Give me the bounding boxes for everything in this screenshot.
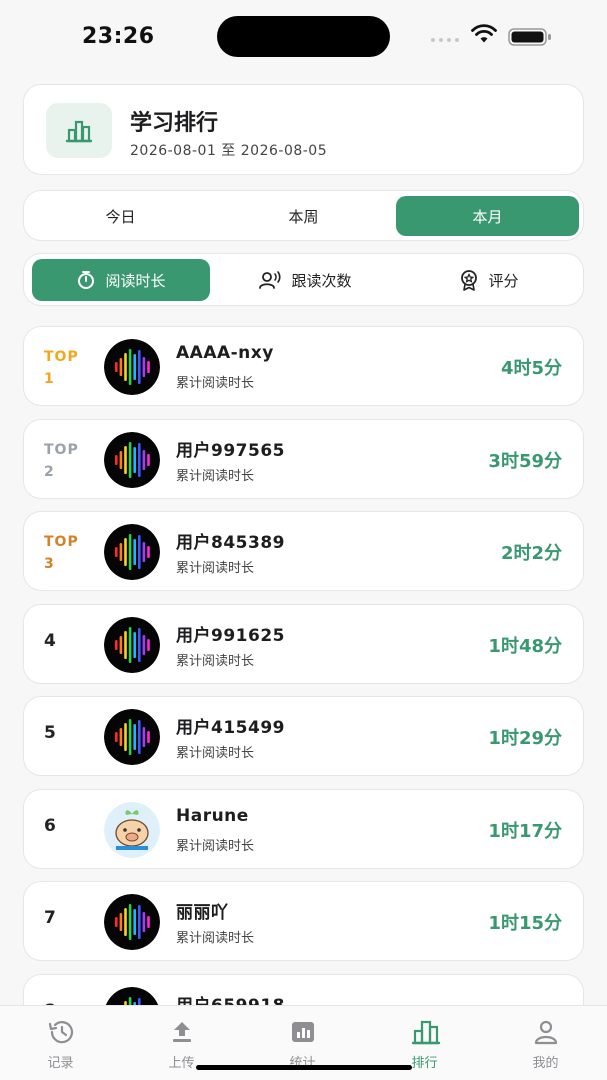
- rank-number: 3: [44, 556, 55, 572]
- waveform-avatar: [104, 616, 160, 673]
- upload-icon: [173, 1022, 191, 1042]
- wifi-icon: [471, 24, 497, 43]
- metric-reading-time[interactable]: 阅读时长: [32, 259, 210, 301]
- header-card: 学习排行 2026-08-01 至 2026-08-05: [23, 84, 584, 175]
- tab-this-month[interactable]: 本月: [396, 196, 579, 236]
- reading-time-value: 1时15分: [488, 913, 562, 934]
- ranking-row[interactable]: TOP 2 用户997565 累计阅读时长 3时59分: [23, 418, 584, 499]
- bar-chart-icon: [46, 103, 112, 158]
- rank-top-label: TOP: [44, 441, 79, 458]
- home-indicator: [196, 1065, 412, 1070]
- user-name: 用户845389: [176, 533, 285, 553]
- history-icon: [48, 1021, 74, 1044]
- user-name: 用户415499: [176, 718, 285, 738]
- ranking-row[interactable]: TOP 1 AAAA-nxy 累计阅读时长 4时5分: [23, 326, 584, 406]
- metric-caption: 累计阅读时长: [176, 838, 255, 854]
- stats-icon: [292, 1022, 314, 1042]
- metric-caption: 累计阅读时长: [176, 746, 255, 761]
- waveform-avatar: [104, 709, 160, 765]
- reading-time-value: 4时5分: [500, 358, 562, 379]
- status-bar: 23:26: [0, 0, 607, 70]
- metric-score[interactable]: 评分: [400, 259, 578, 301]
- reading-time-value: 1时29分: [488, 728, 562, 749]
- user-name: 用户991625: [176, 625, 285, 646]
- reading-time-value: 3时59分: [488, 450, 562, 472]
- tab-bar-profile-label: 我的: [532, 1056, 559, 1071]
- dynamic-island: [217, 16, 390, 57]
- period-segmented-control: 今日 本周 本月: [23, 190, 584, 241]
- stopwatch-icon: [78, 271, 95, 289]
- ranking-row[interactable]: 7 丽丽吖累计阅读时长 1时15分: [23, 881, 584, 961]
- page-title: 学习排行: [130, 111, 219, 136]
- metric-caption: 累计阅读时长: [176, 376, 255, 391]
- waveform-avatar: [104, 339, 160, 395]
- voice-user-icon: [259, 271, 281, 289]
- tab-this-week[interactable]: 本周: [212, 196, 395, 236]
- reading-time-value: 1时48分: [488, 635, 562, 657]
- tab-bar-records[interactable]: 记录: [0, 1006, 121, 1080]
- waveform-avatar: [104, 431, 160, 488]
- user-name: Harune: [176, 805, 249, 826]
- battery-icon: [508, 28, 551, 46]
- medal-icon: [461, 270, 478, 291]
- rank-number: 5: [44, 723, 56, 743]
- metric-caption: 累计阅读时长: [176, 468, 255, 484]
- tab-bar-profile[interactable]: 我的: [485, 1006, 606, 1080]
- rank-number: 1: [44, 371, 55, 387]
- cellular-signal-icon: [431, 38, 459, 42]
- ranking-row[interactable]: 5 用户415499 累计阅读时长 1时29分: [23, 696, 584, 776]
- ranking-row[interactable]: TOP 3 用户845389 累计阅读时长 2时2分: [23, 511, 584, 591]
- ranking-row[interactable]: 6 Harune 累计阅读时长 1时17分: [23, 788, 584, 869]
- date-range: 2026-08-01 至 2026-08-05: [130, 143, 328, 159]
- rank-number: 7: [44, 908, 56, 928]
- user-name: 用户997565: [176, 440, 285, 461]
- ranking-row[interactable]: 4 用户991625 累计阅读时长 1时48分: [23, 603, 584, 684]
- rank-top-label: TOP: [44, 534, 79, 550]
- reading-time-value: 2时2分: [500, 543, 562, 564]
- status-time: 23:26: [82, 24, 155, 49]
- metric-caption: 累计阅读时长: [176, 653, 255, 669]
- user-name: 丽丽吖: [176, 903, 229, 923]
- tab-today[interactable]: 今日: [29, 196, 212, 236]
- rank-badge: TOP 1: [44, 346, 79, 390]
- rank-badge: TOP 2: [44, 439, 79, 483]
- metric-caption: 累计阅读时长: [176, 561, 255, 576]
- rank-top-label: TOP: [44, 349, 79, 365]
- waveform-avatar: [104, 894, 160, 950]
- rank-number: 4: [44, 630, 56, 651]
- metric-segmented-control: 阅读时长 跟读次数 评分: [23, 253, 584, 306]
- rank-badge: TOP 3: [44, 531, 79, 575]
- ranking-icon: [411, 1020, 441, 1045]
- user-name: AAAA-nxy: [176, 343, 274, 363]
- metric-follow-read-count[interactable]: 跟读次数: [216, 259, 394, 301]
- metric-follow-read-count-label: 跟读次数: [291, 271, 352, 290]
- rank-number: 6: [44, 815, 56, 836]
- cartoon-pig-avatar: [104, 801, 160, 858]
- metric-reading-time-label: 阅读时长: [105, 271, 166, 290]
- rank-number: 2: [44, 463, 55, 480]
- tab-bar-records-label: 记录: [47, 1056, 74, 1071]
- metric-score-label: 评分: [488, 271, 519, 290]
- waveform-avatar: [104, 524, 160, 580]
- profile-icon: [534, 1020, 558, 1045]
- reading-time-value: 1时17分: [488, 820, 562, 842]
- metric-caption: 累计阅读时长: [176, 931, 255, 946]
